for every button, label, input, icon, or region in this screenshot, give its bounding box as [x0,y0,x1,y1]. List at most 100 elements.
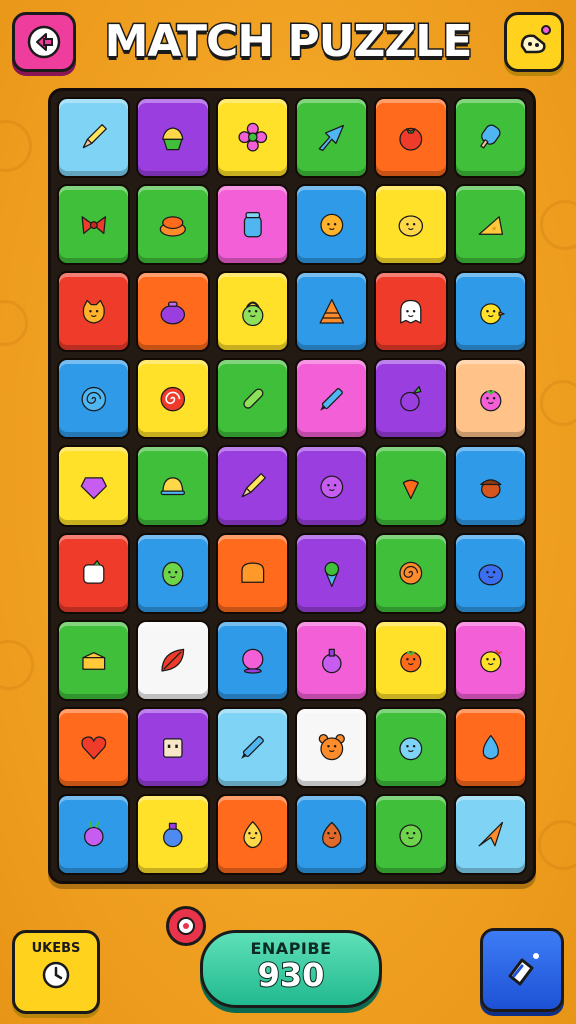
tile-r6-c5[interactable] [374,532,448,614]
tile-r5-c6[interactable] [453,445,527,527]
moves-panel: UKEBS [12,930,100,1014]
tile-r3-c2[interactable] [136,271,210,353]
pencil-icon [241,472,266,498]
water-face-icon [399,737,423,761]
tile-r9-c1[interactable] [57,793,131,875]
background-doodle [0,640,34,690]
tile-r9-c5[interactable] [374,793,448,875]
tile-r8-c4[interactable] [295,706,369,788]
tile-r6-c3[interactable] [215,532,289,614]
shuffle-button[interactable] [480,928,564,1012]
tile-r1-c5[interactable] [374,97,448,179]
target-badge[interactable] [166,906,206,946]
cat-face-icon [82,299,105,324]
tile-r4-c3[interactable] [215,358,289,440]
back-button[interactable] [12,12,76,72]
tile-r3-c3[interactable] [215,271,289,353]
tile-r2-c4[interactable] [295,184,369,266]
blob-face-icon [478,564,503,586]
tile-r6-c6[interactable] [453,532,527,614]
cone-stack-icon [319,298,344,324]
tile-r5-c2[interactable] [136,445,210,527]
bread-icon [240,562,264,583]
tile-r8-c6[interactable] [453,706,527,788]
tile-r3-c5[interactable] [374,271,448,353]
swirl-icon [81,386,106,412]
tile-r2-c3[interactable] [215,184,289,266]
tile-r3-c6[interactable] [453,271,527,353]
background-doodle [540,380,576,426]
plum-face-icon [320,475,344,499]
tile-r7-c6[interactable] [453,619,527,701]
shuffle-icon [508,953,539,986]
tile-r5-c1[interactable] [57,445,131,527]
background-doodle [538,820,576,870]
drop-icon [482,735,499,760]
tile-r7-c4[interactable] [295,619,369,701]
tile-r7-c5[interactable] [374,619,448,701]
tile-r8-c2[interactable] [136,706,210,788]
arrow-left-icon [27,25,61,59]
tile-r6-c4[interactable] [295,532,369,614]
tile-r6-c2[interactable] [136,532,210,614]
tile-r9-c6[interactable] [453,793,527,875]
tile-r9-c2[interactable] [136,793,210,875]
potion-icon [321,648,342,674]
popsicle-icon [479,124,501,149]
tile-r7-c1[interactable] [57,619,131,701]
tile-r7-c3[interactable] [215,619,289,701]
box-icon [82,652,106,670]
tile-r3-c1[interactable] [57,271,131,353]
arrow-icon [318,125,344,152]
tile-r2-c1[interactable] [57,184,131,266]
radish-icon [83,821,104,847]
puzzle-board [48,88,536,884]
tile-r7-c2[interactable] [136,619,210,701]
tile-r4-c1[interactable] [57,358,131,440]
plane-icon [478,822,503,847]
kettlebell-icon [241,301,263,326]
tile-r4-c6[interactable] [453,358,527,440]
tile-r4-c4[interactable] [295,358,369,440]
target-icon [177,917,195,935]
turnip-icon [400,385,422,412]
tile-r2-c5[interactable] [374,184,448,266]
sticker-button[interactable] [504,12,564,72]
ghost-face-icon [400,299,422,324]
tile-r2-c6[interactable] [453,184,527,266]
chick-icon [479,302,505,325]
cupcake-icon [162,127,184,151]
game-title: MATCH PUZZLE [103,15,474,69]
tile-r2-c2[interactable] [136,184,210,266]
tile-r1-c1[interactable] [57,97,131,179]
tile-r8-c1[interactable] [57,706,131,788]
tile-r8-c5[interactable] [374,706,448,788]
tile-r1-c4[interactable] [295,97,369,179]
tile-r5-c3[interactable] [215,445,289,527]
tile-r4-c2[interactable] [136,358,210,440]
tile-r6-c1[interactable] [57,532,131,614]
background-doodle [540,200,576,250]
tile-r5-c4[interactable] [295,445,369,527]
tile-r1-c2[interactable] [136,97,210,179]
background-doodle [0,300,28,346]
jar-icon [243,211,262,237]
cucumber-icon [242,388,263,409]
gem-icon [80,477,107,500]
bottle-icon [163,822,183,848]
flower-icon [237,123,267,152]
pencil-icon [82,124,107,149]
tile-r5-c5[interactable] [374,445,448,527]
cheese-icon [478,215,503,235]
tomato-icon [399,128,423,152]
ice-cream-icon [324,561,339,588]
tile-r4-c5[interactable] [374,358,448,440]
leaf-icon [161,648,185,672]
tile-r3-c4[interactable] [295,271,369,353]
tile-r1-c6[interactable] [453,97,527,179]
tile-r1-c3[interactable] [215,97,289,179]
moves-label: UKEBS [31,941,81,956]
tile-r9-c4[interactable] [295,793,369,875]
tile-r9-c3[interactable] [215,793,289,875]
tile-r8-c3[interactable] [215,706,289,788]
